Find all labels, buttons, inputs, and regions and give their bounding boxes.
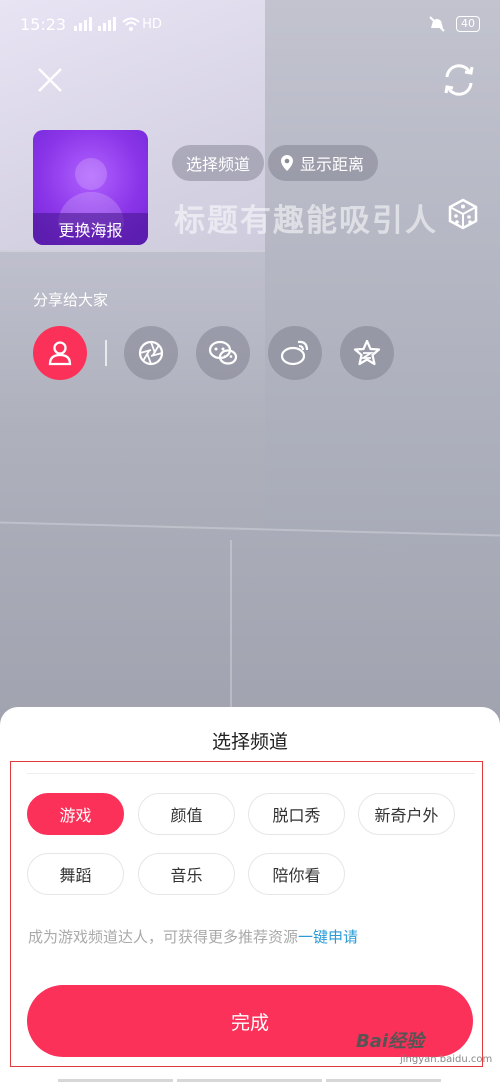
switch-camera-icon[interactable]: [439, 61, 479, 99]
apply-link[interactable]: 一键申请: [298, 928, 358, 946]
poster-cover[interactable]: 更换海报: [33, 130, 148, 245]
signal-icon: [98, 17, 117, 31]
wifi-icon: [122, 17, 140, 31]
channel-tag-looks[interactable]: 颜值: [138, 793, 235, 835]
dice-icon[interactable]: [447, 198, 479, 234]
share-friends-button[interactable]: [33, 326, 87, 380]
watermark-url: jingyan.baidu.com: [400, 1054, 493, 1065]
watermark-logo: Bai经验: [356, 1031, 425, 1052]
friends-icon: [48, 341, 72, 366]
channel-tag-music[interactable]: 音乐: [138, 853, 235, 895]
channel-tag-outdoor[interactable]: 新奇户外: [358, 793, 455, 835]
status-time: 15:23: [20, 14, 67, 34]
share-weibo-button[interactable]: [268, 326, 322, 380]
share-moments-button[interactable]: [124, 326, 178, 380]
qzone-icon: [353, 339, 381, 366]
channel-hint: 成为游戏频道达人，可获得更多推荐资源一键申请: [28, 928, 359, 946]
channel-sheet: 选择频道 游戏 颜值 脱口秀 新奇户外 舞蹈 音乐 陪你看 成为游戏频道达人，可…: [0, 707, 500, 1084]
status-bar: 15:23 HD 40: [0, 0, 500, 48]
share-wechat-button[interactable]: [196, 326, 250, 380]
sheet-title: 选择频道: [211, 731, 288, 753]
signal-icon: [74, 17, 93, 31]
title-input[interactable]: 标题有趣能吸引人: [174, 195, 438, 240]
wechat-icon: [208, 340, 238, 365]
moments-icon: [138, 340, 164, 366]
battery-indicator: 40: [456, 16, 480, 32]
show-distance-chip[interactable]: 显示距离: [268, 145, 379, 181]
share-qzone-button[interactable]: [340, 326, 394, 380]
channel-tag-talkshow[interactable]: 脱口秀: [248, 793, 345, 835]
network-type: HD: [142, 16, 162, 32]
channel-tag-game[interactable]: 游戏: [27, 793, 124, 835]
change-poster-label: 更换海报: [33, 213, 148, 245]
channel-tag-dance[interactable]: 舞蹈: [27, 853, 124, 895]
avatar-placeholder-icon: [75, 158, 107, 190]
channel-tag-watch-together[interactable]: 陪你看: [248, 853, 345, 895]
mute-icon: [429, 16, 445, 32]
weibo-icon: [280, 340, 309, 366]
close-icon[interactable]: [33, 63, 67, 97]
location-pin-icon: [281, 155, 293, 171]
share-label: 分享给大家: [33, 291, 109, 309]
select-channel-chip[interactable]: 选择频道: [172, 145, 265, 181]
